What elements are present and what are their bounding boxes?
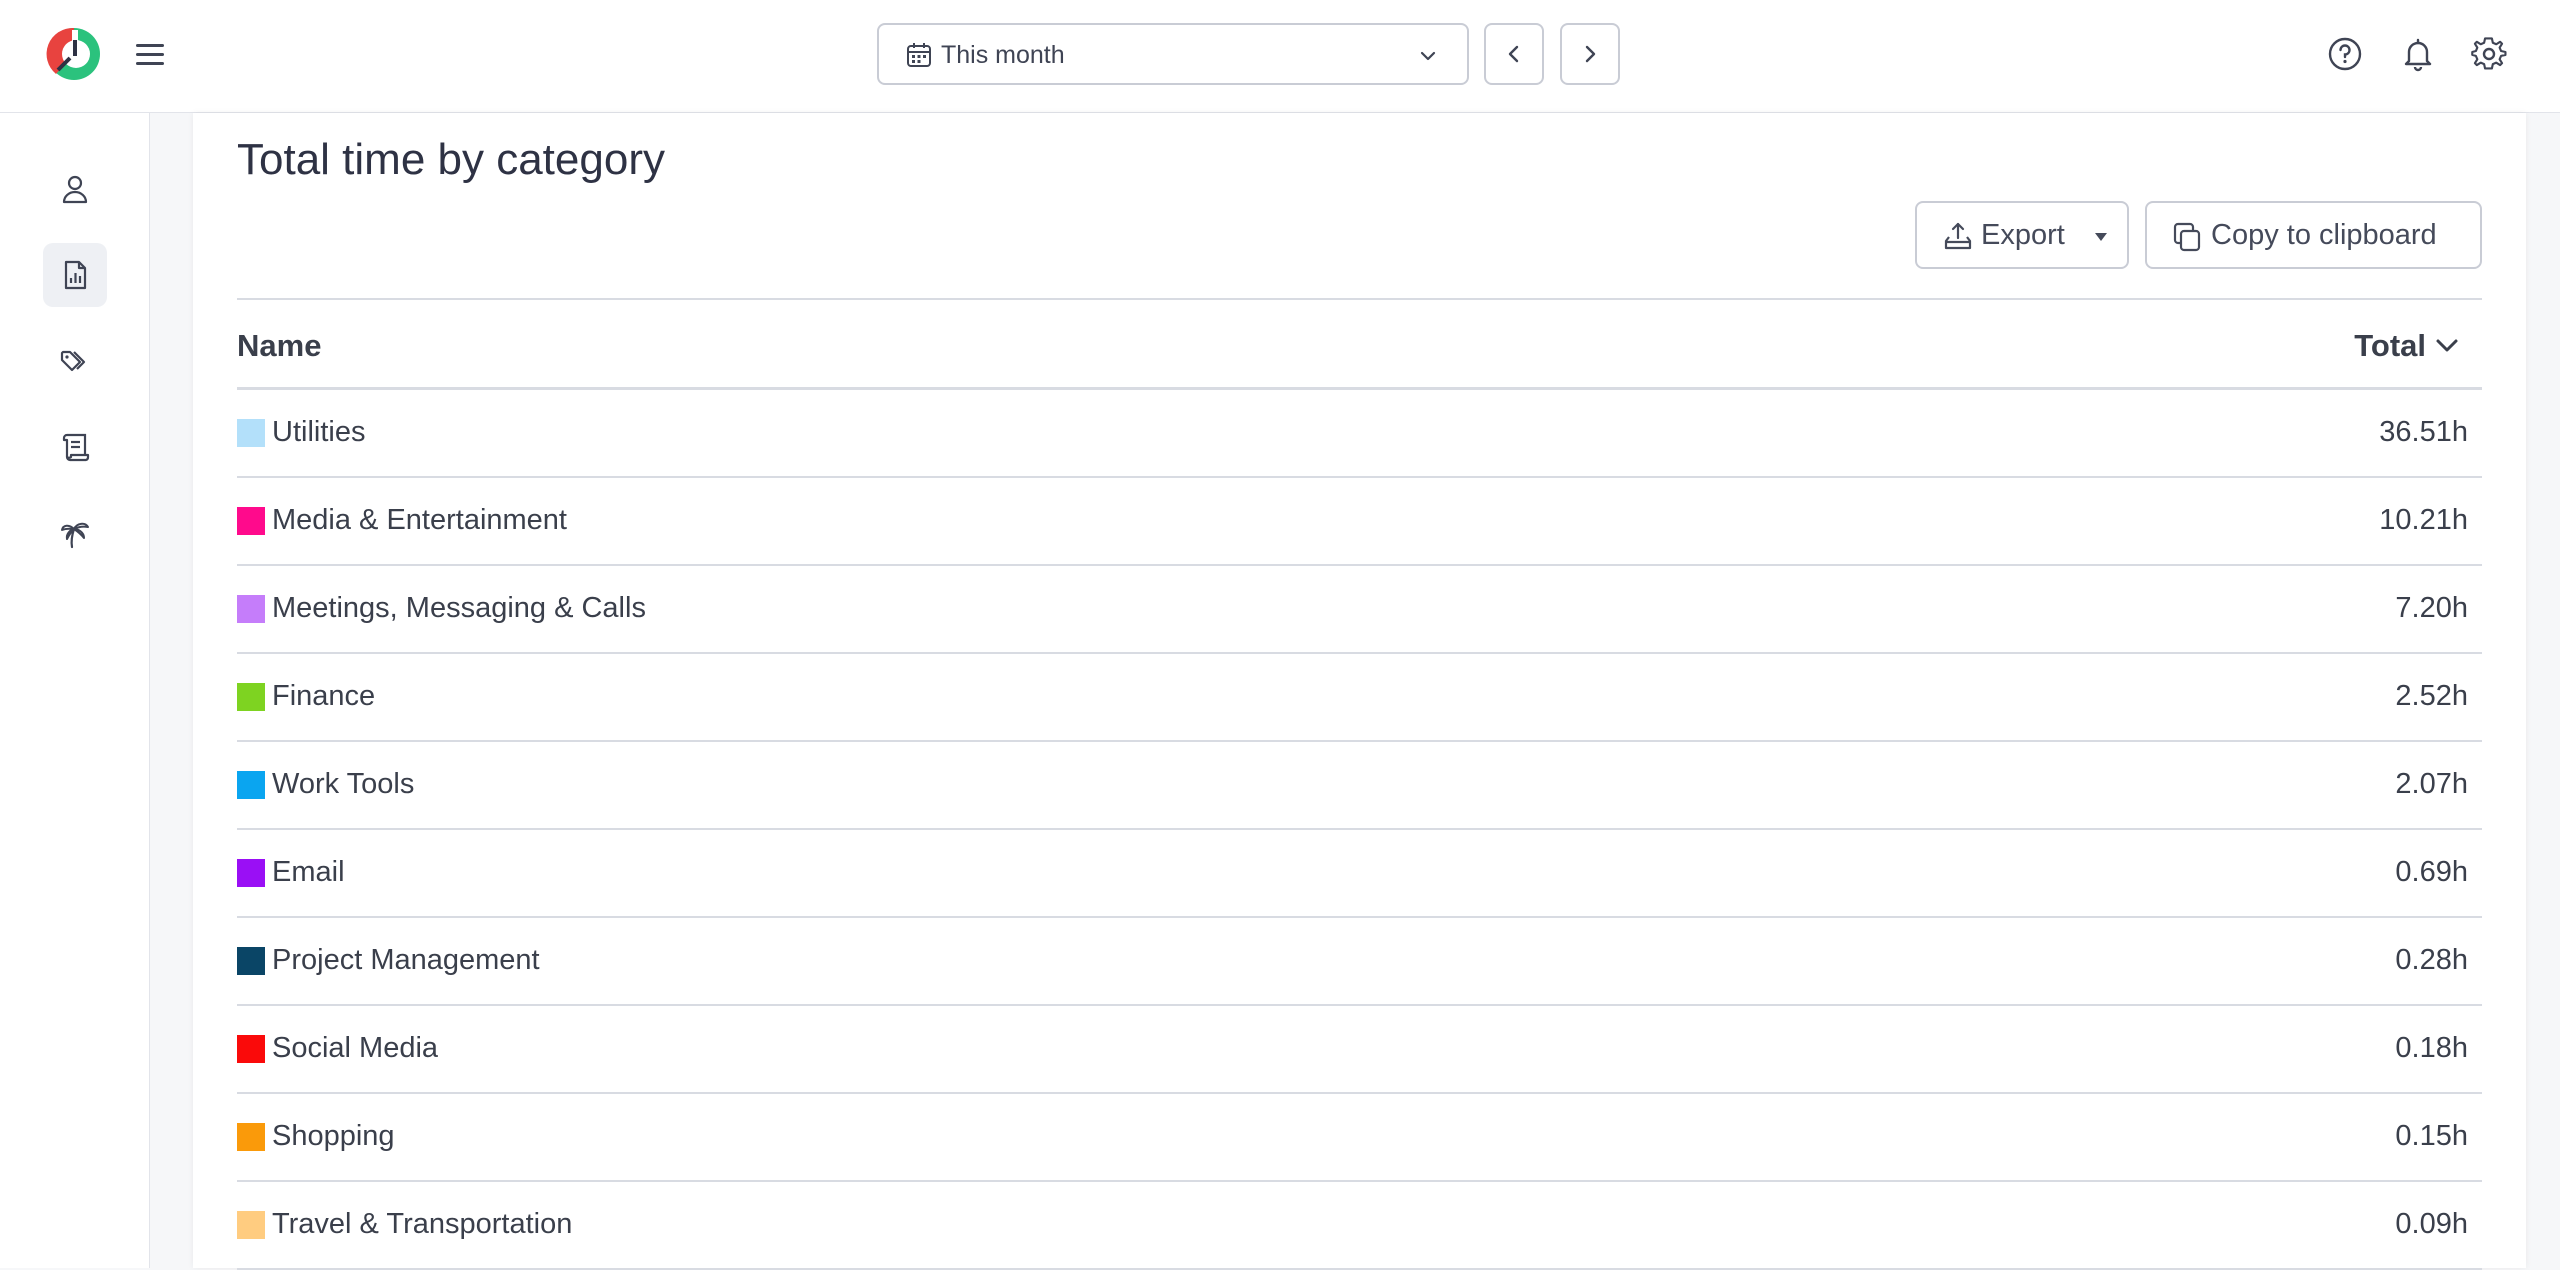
category-total: 10.21h (2379, 504, 2468, 536)
user-icon (62, 175, 88, 204)
sidebar-item-logs[interactable] (43, 415, 107, 479)
table-row[interactable]: Work Tools 2.07h (237, 742, 2482, 830)
category-color-swatch (237, 507, 265, 535)
category-total: 0.28h (2395, 944, 2468, 976)
table-row[interactable]: Media & Entertainment 10.21h (237, 478, 2482, 566)
category-name: Work Tools (272, 768, 415, 800)
category-color-swatch (237, 1123, 265, 1151)
previous-period-button[interactable] (1484, 23, 1544, 85)
export-button-label: Export (1981, 219, 2065, 251)
sidebar-item-reports[interactable] (43, 243, 107, 307)
category-color-swatch (237, 683, 265, 711)
category-color-swatch (237, 419, 265, 447)
top-bar: This month (0, 0, 2560, 113)
chevron-left-icon (1508, 45, 1519, 63)
export-button[interactable]: Export (1915, 201, 2129, 269)
table-row[interactable]: Travel & Transportation 0.09h (237, 1182, 2482, 1270)
table-row[interactable]: Email 0.69h (237, 830, 2482, 918)
category-name: Project Management (272, 944, 540, 976)
date-range-select[interactable]: This month (877, 23, 1469, 85)
category-name: Social Media (272, 1032, 439, 1064)
category-name: Travel & Transportation (272, 1208, 573, 1240)
help-circle-icon[interactable] (2327, 36, 2363, 72)
category-total: 7.20h (2395, 592, 2468, 624)
calendar-icon (907, 43, 931, 67)
table-row[interactable]: Meetings, Messaging & Calls 7.20h (237, 566, 2482, 654)
category-total: 0.18h (2395, 1032, 2468, 1064)
caret-down-icon (2095, 233, 2107, 241)
category-color-swatch (237, 859, 265, 887)
category-name: Finance (272, 680, 376, 712)
column-header-total-label: Total (2354, 328, 2426, 363)
category-color-swatch (237, 771, 265, 799)
category-total: 2.52h (2395, 680, 2468, 712)
column-header-total[interactable]: Total (2354, 328, 2460, 364)
chevron-down-icon (1420, 51, 1436, 61)
page-title: Total time by category (237, 135, 665, 184)
category-color-swatch (237, 595, 265, 623)
category-color-swatch (237, 947, 265, 975)
next-period-button[interactable] (1560, 23, 1620, 85)
copy-to-clipboard-button[interactable]: Copy to clipboard (2145, 201, 2482, 269)
copy-icon (2173, 222, 2201, 252)
sidebar-item-time-off[interactable] (43, 501, 107, 565)
category-total: 0.09h (2395, 1208, 2468, 1240)
sort-descending-icon (2436, 339, 2458, 352)
table-row[interactable]: Shopping 0.15h (237, 1094, 2482, 1182)
report-card: Total time by category Export Copy to cl… (193, 113, 2526, 1270)
copy-button-label: Copy to clipboard (2211, 219, 2437, 251)
table-row[interactable]: Utilities 36.51h (237, 390, 2482, 478)
table-body: Utilities 36.51h Media & Entertainment 10.2… (237, 390, 2482, 1270)
sidebar (0, 113, 150, 1268)
scroll-icon (62, 433, 90, 462)
date-range-value: This month (941, 41, 1065, 69)
category-name: Shopping (272, 1120, 395, 1152)
category-total: 2.07h (2395, 768, 2468, 800)
category-name: Email (272, 856, 345, 888)
table-row[interactable]: Project Management 0.28h (237, 918, 2482, 1006)
hamburger-menu-icon[interactable] (132, 37, 168, 71)
table-row[interactable]: Social Media 0.18h (237, 1006, 2482, 1094)
category-color-swatch (237, 1211, 265, 1239)
tags-icon (60, 350, 86, 372)
table-row[interactable]: Finance 2.52h (237, 654, 2482, 742)
category-total: 0.15h (2395, 1120, 2468, 1152)
category-table: Name Total Utilities 36.51h Media & Entert… (237, 298, 2482, 1270)
sidebar-item-profile[interactable] (43, 157, 107, 221)
category-color-swatch (237, 1035, 265, 1063)
category-total: 0.69h (2395, 856, 2468, 888)
table-header: Name Total (237, 298, 2482, 390)
logo-icon[interactable] (46, 26, 102, 82)
sidebar-item-categories[interactable] (43, 329, 107, 393)
category-name: Utilities (272, 416, 366, 448)
column-header-name[interactable]: Name (237, 328, 321, 364)
palm-tree-icon (61, 522, 89, 549)
bell-icon[interactable] (2400, 36, 2436, 72)
category-name: Meetings, Messaging & Calls (272, 592, 646, 624)
gear-icon[interactable] (2471, 36, 2507, 72)
category-name: Media & Entertainment (272, 504, 567, 536)
chevron-right-icon (1585, 45, 1596, 63)
report-icon (64, 260, 87, 290)
category-total: 36.51h (2379, 416, 2468, 448)
upload-icon (1944, 222, 1972, 250)
